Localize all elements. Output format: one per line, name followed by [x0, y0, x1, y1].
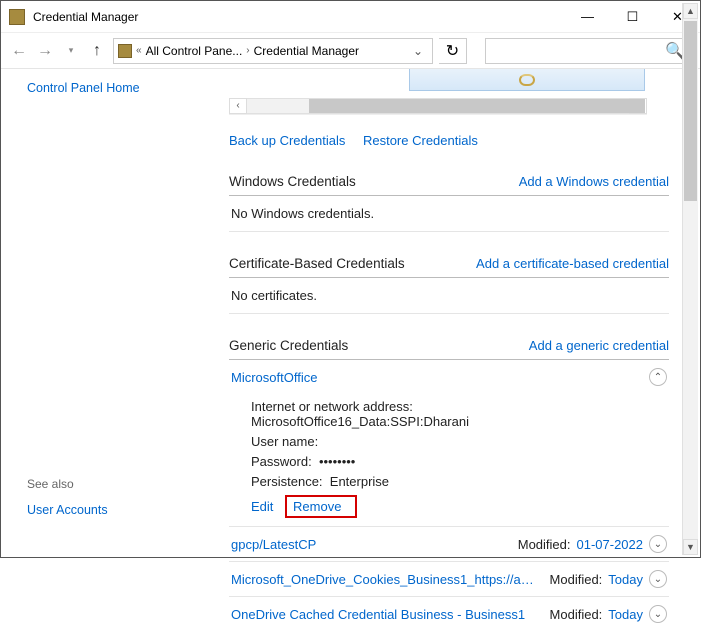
- search-input[interactable]: 🔍: [485, 38, 692, 64]
- modified-value: Today: [608, 607, 643, 622]
- modified-value: 01-07-2022: [577, 537, 644, 552]
- credential-banner: [409, 69, 645, 91]
- expand-icon[interactable]: ⌄: [649, 570, 667, 588]
- modified-value: Today: [608, 572, 643, 587]
- username-label: User name:: [251, 434, 318, 449]
- modified-label: Modified:: [550, 607, 603, 622]
- location-icon: [118, 44, 132, 58]
- credential-row[interactable]: gpcp/LatestCP Modified: 01-07-2022 ⌄: [229, 527, 669, 562]
- breadcrumb-level-2[interactable]: Credential Manager: [254, 44, 359, 58]
- edit-credential-link[interactable]: Edit: [251, 499, 273, 514]
- window-title: Credential Manager: [33, 10, 565, 24]
- vscroll-thumb[interactable]: [684, 21, 697, 201]
- modified-label: Modified:: [550, 572, 603, 587]
- address-dropdown-icon[interactable]: ⌄: [408, 44, 428, 58]
- cert-credentials-empty: No certificates.: [229, 278, 669, 314]
- maximize-button[interactable]: ☐: [610, 1, 655, 32]
- credential-row[interactable]: OneDrive Cached Credential Business - Bu…: [229, 597, 669, 631]
- credential-name[interactable]: gpcp/LatestCP: [231, 537, 518, 552]
- app-icon: [9, 9, 25, 25]
- minimize-button[interactable]: —: [565, 1, 610, 32]
- password-value: ••••••••: [319, 454, 355, 469]
- recent-dropdown[interactable]: ▾: [61, 41, 81, 61]
- user-accounts-link[interactable]: User Accounts: [27, 503, 229, 517]
- control-panel-home-link[interactable]: Control Panel Home: [27, 81, 229, 95]
- title-bar: Credential Manager — ☐ ✕: [1, 1, 700, 33]
- nav-bar: ← → ▾ ↑ « All Control Pane... › Credenti…: [1, 33, 700, 69]
- remove-credential-link[interactable]: Remove: [293, 499, 341, 514]
- back-button[interactable]: ←: [9, 41, 29, 61]
- persistence-label: Persistence:: [251, 474, 323, 489]
- refresh-button[interactable]: ↻: [439, 38, 467, 64]
- breadcrumb-prefix: «: [136, 45, 142, 56]
- modified-label: Modified:: [518, 537, 571, 552]
- breadcrumb-sep-icon: ›: [246, 45, 249, 56]
- credential-row[interactable]: Microsoft_OneDrive_Cookies_Business1_htt…: [229, 562, 669, 597]
- credential-name[interactable]: OneDrive Cached Credential Business - Bu…: [231, 607, 550, 622]
- address-bar[interactable]: « All Control Pane... › Credential Manag…: [113, 38, 433, 64]
- generic-credentials-heading: Generic Credentials: [229, 338, 348, 353]
- credential-details: Internet or network address:MicrosoftOff…: [229, 388, 669, 527]
- see-also-heading: See also: [27, 477, 229, 491]
- backup-credentials-link[interactable]: Back up Credentials: [229, 133, 345, 148]
- cert-credentials-heading: Certificate-Based Credentials: [229, 256, 405, 271]
- credential-row-expanded[interactable]: MicrosoftOffice ⌃: [229, 360, 669, 388]
- address-value: MicrosoftOffice16_Data:SSPI:Dharani: [251, 414, 469, 429]
- up-button[interactable]: ↑: [87, 41, 107, 61]
- forward-button[interactable]: →: [35, 41, 55, 61]
- expand-icon[interactable]: ⌄: [649, 605, 667, 623]
- hscroll-thumb[interactable]: [309, 99, 645, 113]
- breadcrumb-level-1[interactable]: All Control Pane...: [146, 44, 243, 58]
- vscroll-up-button[interactable]: ▲: [683, 3, 698, 19]
- restore-credentials-link[interactable]: Restore Credentials: [363, 133, 478, 148]
- credential-name[interactable]: MicrosoftOffice: [231, 370, 649, 385]
- collapse-icon[interactable]: ⌃: [649, 368, 667, 386]
- credential-name[interactable]: Microsoft_OneDrive_Cookies_Business1_htt…: [231, 572, 550, 587]
- hscroll-track[interactable]: [247, 98, 629, 114]
- expand-icon[interactable]: ⌄: [649, 535, 667, 553]
- hscroll-left-button[interactable]: ‹: [229, 98, 247, 114]
- vscroll-down-button[interactable]: ▼: [683, 539, 698, 555]
- vertical-scrollbar[interactable]: ▲ ▼: [682, 3, 698, 555]
- add-windows-credential-link[interactable]: Add a Windows credential: [519, 174, 669, 189]
- add-generic-credential-link[interactable]: Add a generic credential: [529, 338, 669, 353]
- windows-credentials-empty: No Windows credentials.: [229, 196, 669, 232]
- address-label: Internet or network address:: [251, 399, 413, 414]
- password-label: Password:: [251, 454, 312, 469]
- keyring-icon: [519, 74, 535, 86]
- persistence-value: Enterprise: [330, 474, 389, 489]
- add-cert-credential-link[interactable]: Add a certificate-based credential: [476, 256, 669, 271]
- windows-credentials-heading: Windows Credentials: [229, 174, 356, 189]
